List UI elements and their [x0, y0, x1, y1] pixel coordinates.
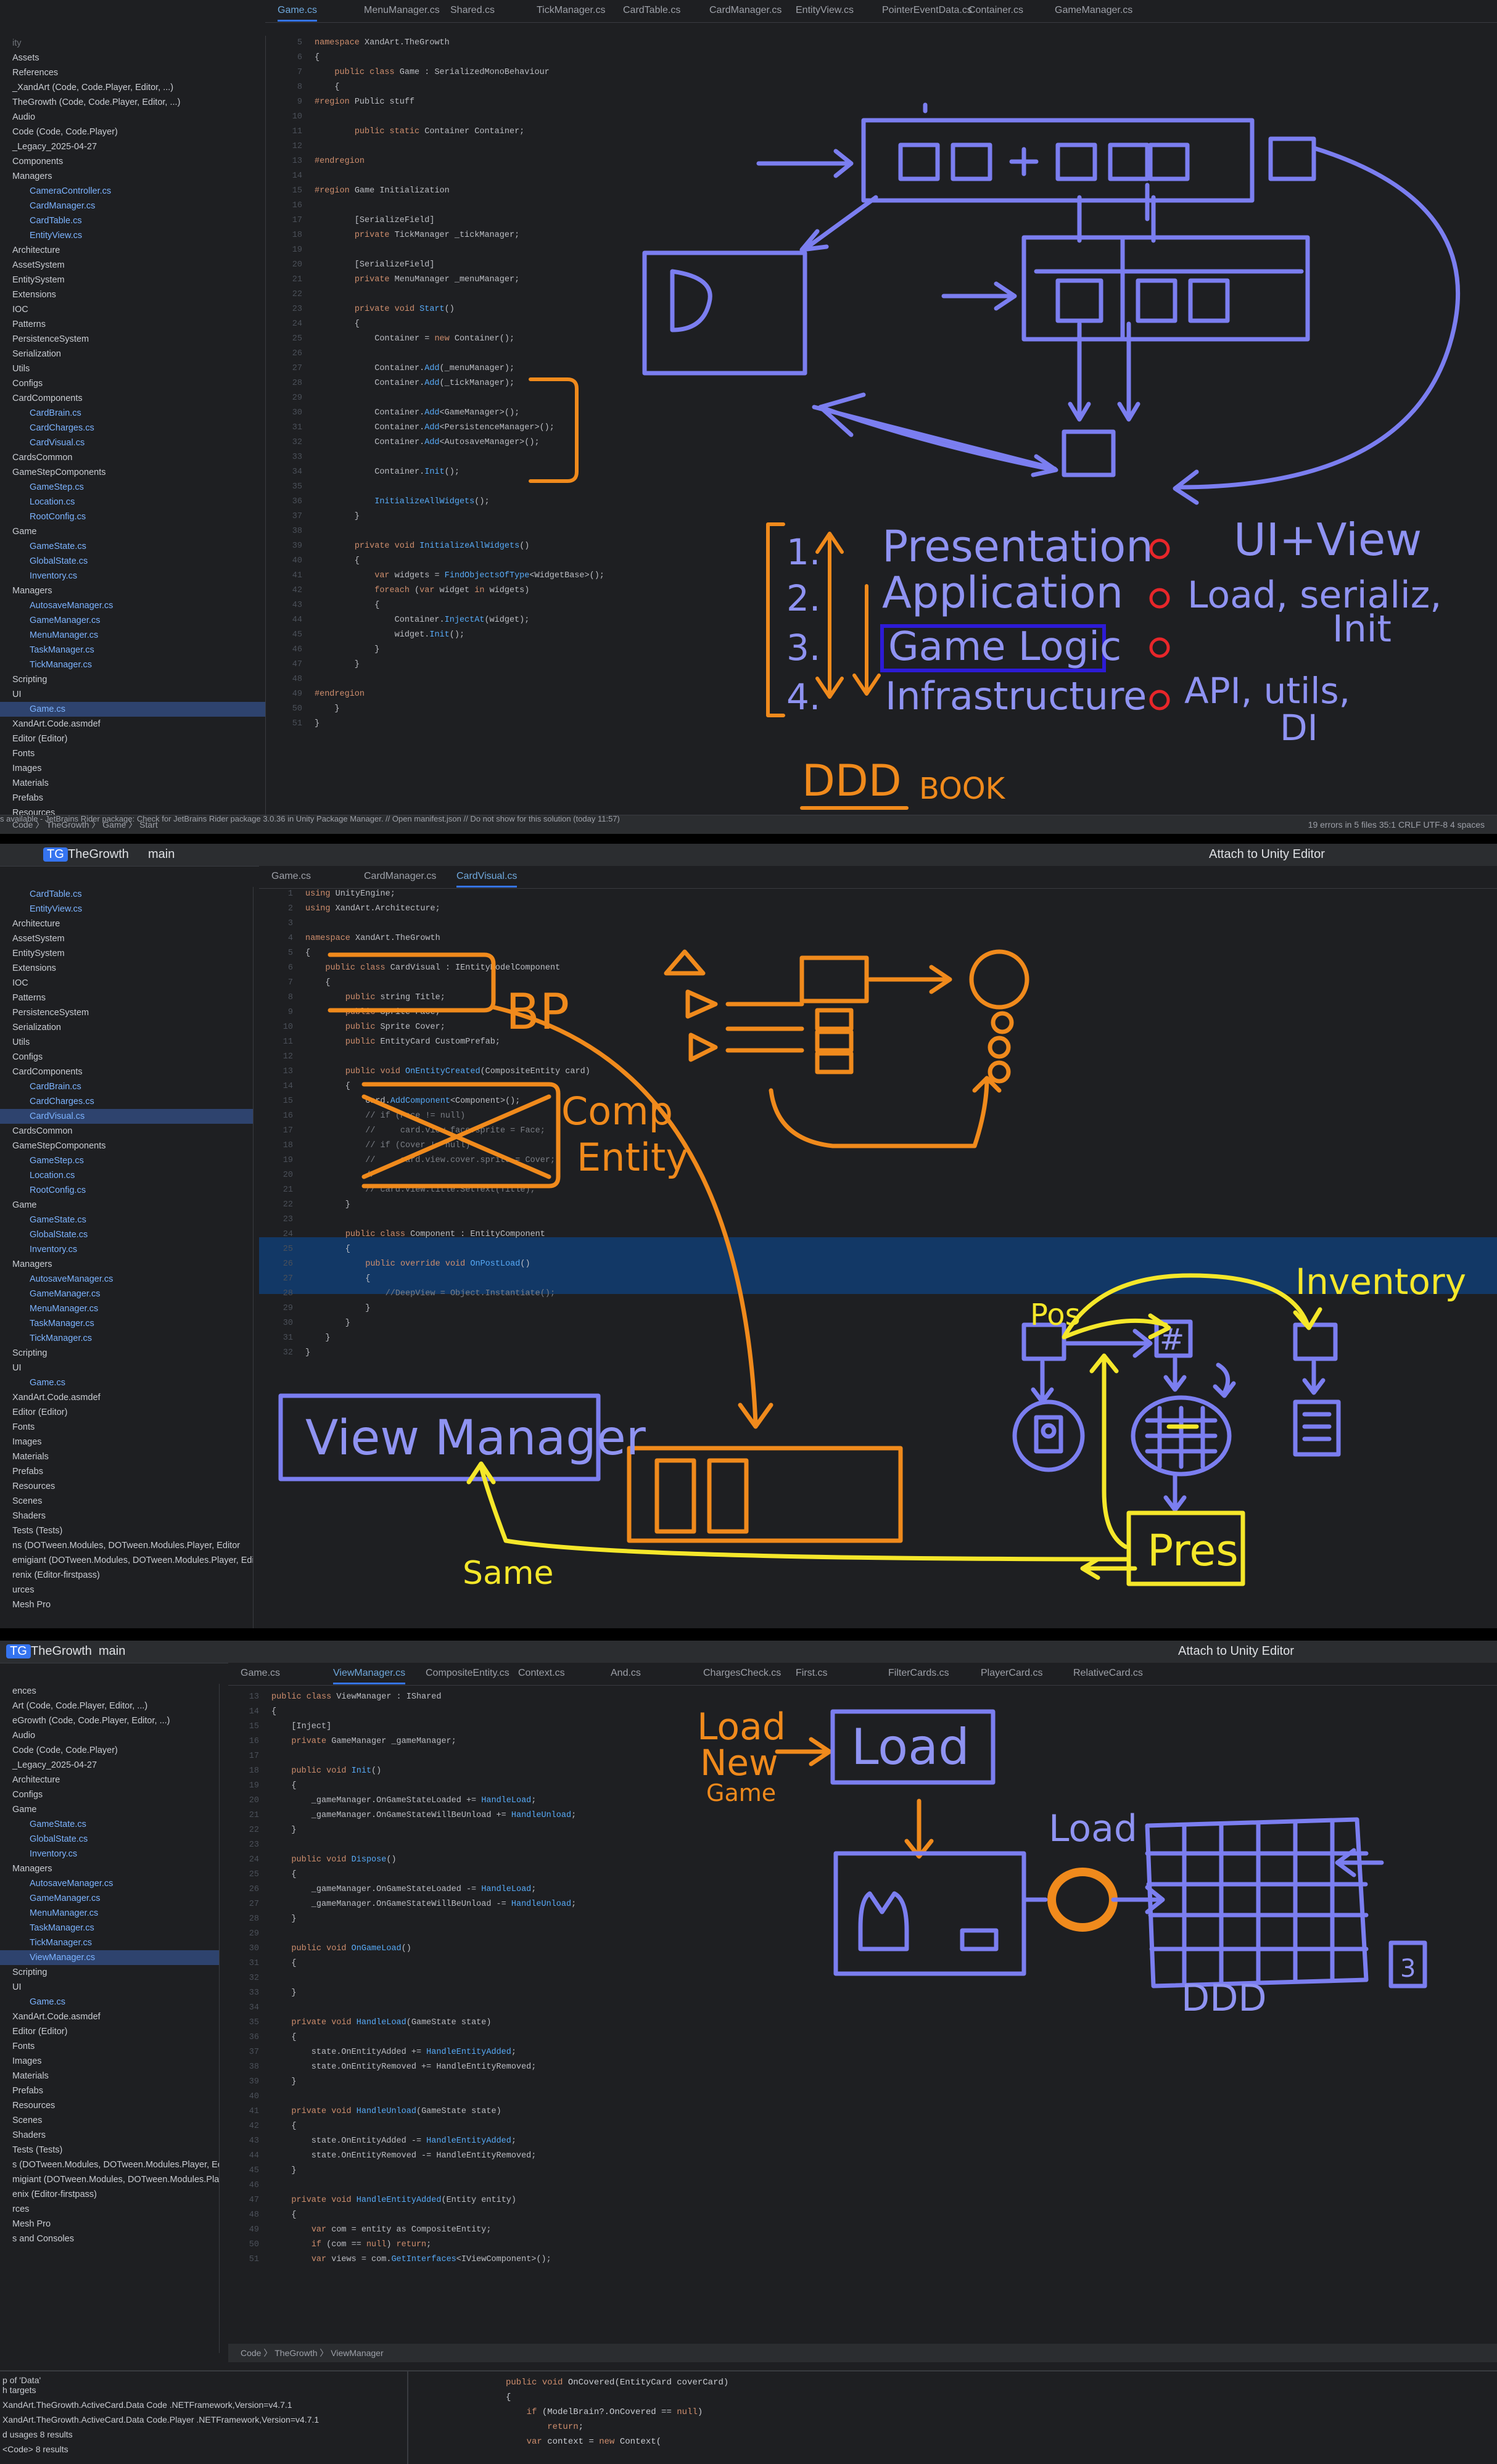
ink-layer-game-logic: Game Logic: [888, 624, 1121, 670]
ink-bp: BP: [506, 983, 569, 1040]
ink-inventory: Inventory: [1295, 1261, 1466, 1303]
ink-hash: #: [1160, 1322, 1184, 1357]
ink-load2: Load: [1049, 1807, 1137, 1850]
ink-left-box: [642, 250, 807, 376]
ink-ddd: DDD: [802, 756, 902, 806]
ink-ddd: DDD: [1181, 1977, 1267, 2020]
ink-num-2: 2.: [786, 577, 820, 619]
ink-layer-infrastructure: Infrastructure: [885, 674, 1147, 719]
ink-note-load: Load, serializ,: [1187, 574, 1441, 617]
ide-window-cardvisual-cs: TG TheGrowth main Attach to Unity Editor…: [0, 844, 1497, 1628]
ink-layer-presentation: Presentation: [882, 521, 1153, 572]
drawing-overlay: BP Comp Entity View Manager Pos Inventor…: [278, 949, 1466, 1592]
ink-note-di: DI: [1280, 707, 1318, 749]
ink-note-ui-view: UI+View: [1234, 514, 1422, 566]
ink-entity: Entity: [577, 1135, 688, 1180]
ink-same: Same: [463, 1555, 554, 1592]
drawing-overlay: Load New Game Load Load DDD 3: [697, 1705, 1427, 2020]
ink-new: New: [700, 1742, 778, 1784]
ink-note-init: Init: [1332, 608, 1392, 651]
ink-bottom-box: [1062, 429, 1116, 477]
ink-game: Game: [706, 1779, 776, 1807]
drawing-overlay: 1. 2. 3. 4. Presentation Application Gam…: [529, 102, 1460, 810]
ink-load-box-label: Load: [851, 1718, 970, 1776]
ink-book: BOOK: [919, 772, 1006, 806]
ink-note-api: API, utils,: [1184, 670, 1350, 712]
ink-num-3: 3.: [786, 627, 820, 669]
ink-pres: Pres: [1147, 1525, 1239, 1576]
ink-screen-box: [833, 1851, 1026, 1976]
ink-num-4: 4.: [786, 676, 820, 718]
ink-comp: Comp: [561, 1089, 673, 1134]
ink-bracket: [529, 377, 579, 483]
ink-view-manager: View Manager: [305, 1411, 646, 1466]
ink-three: 3: [1400, 1955, 1416, 1983]
ink-layer-application: Application: [882, 567, 1123, 618]
ide-window-viewmanager-cs: TG TheGrowth main Attach to Unity Editor…: [0, 1641, 1497, 2464]
ink-pos: Pos: [1030, 1298, 1081, 1332]
ide-window-game-cs: Game.cs MenuManager.cs Shared.cs TickManage…: [0, 0, 1497, 834]
ink-right-box: [1021, 235, 1310, 342]
ink-num-1: 1.: [786, 531, 820, 573]
